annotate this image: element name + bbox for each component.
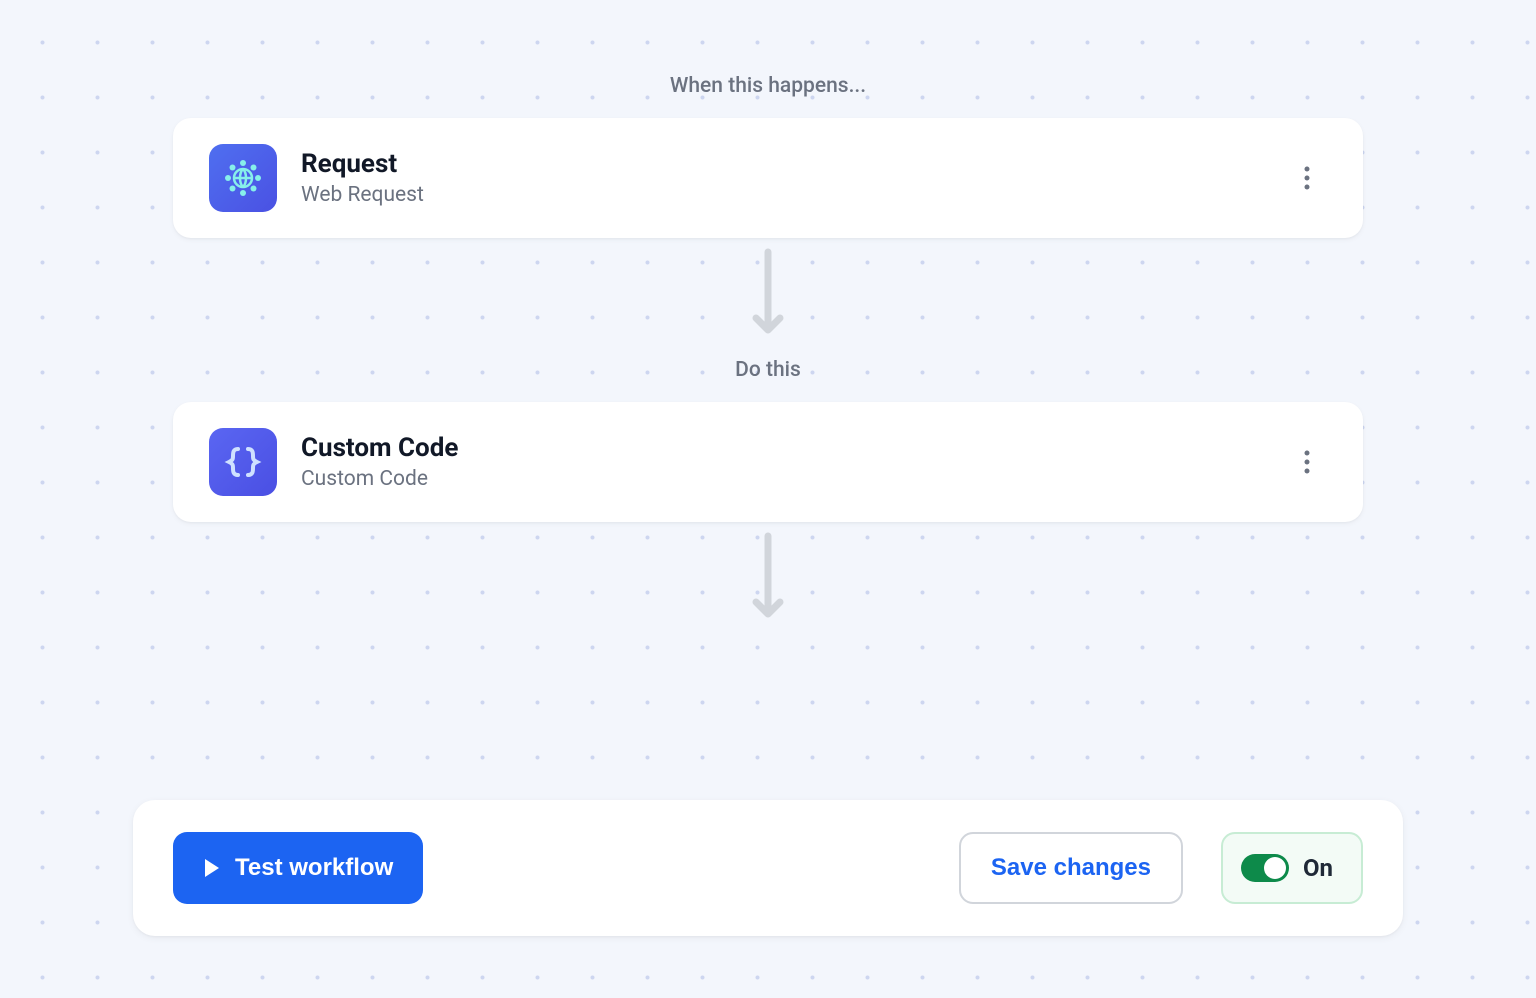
trigger-node-card[interactable]: Request Web Request bbox=[173, 118, 1363, 238]
trigger-node-menu-button[interactable] bbox=[1287, 158, 1327, 198]
test-workflow-button[interactable]: Test workflow bbox=[173, 832, 423, 904]
action-section-label: Do this bbox=[735, 358, 801, 382]
arrow-down-icon bbox=[750, 248, 786, 348]
play-icon bbox=[203, 858, 221, 878]
bottom-toolbar: Test workflow Save changes On bbox=[133, 800, 1403, 936]
action-node-card[interactable]: Custom Code Custom Code bbox=[173, 402, 1363, 522]
trigger-node-title: Request bbox=[301, 149, 1287, 180]
trigger-section-label: When this happens... bbox=[670, 74, 866, 98]
save-changes-button[interactable]: Save changes bbox=[959, 832, 1183, 904]
arrow-down-icon bbox=[750, 532, 786, 632]
action-node-subtitle: Custom Code bbox=[301, 467, 1287, 491]
save-changes-label: Save changes bbox=[991, 854, 1151, 882]
action-node-menu-button[interactable] bbox=[1287, 442, 1327, 482]
toggle-switch-icon bbox=[1241, 854, 1289, 882]
workflow-enabled-toggle[interactable]: On bbox=[1221, 832, 1363, 904]
action-node-title: Custom Code bbox=[301, 433, 1287, 464]
globe-gear-icon bbox=[209, 144, 277, 212]
test-workflow-label: Test workflow bbox=[235, 854, 393, 882]
trigger-node-subtitle: Web Request bbox=[301, 183, 1287, 207]
braces-icon bbox=[209, 428, 277, 496]
workflow-canvas: When this happens... bbox=[0, 0, 1536, 642]
toggle-state-label: On bbox=[1303, 854, 1333, 882]
